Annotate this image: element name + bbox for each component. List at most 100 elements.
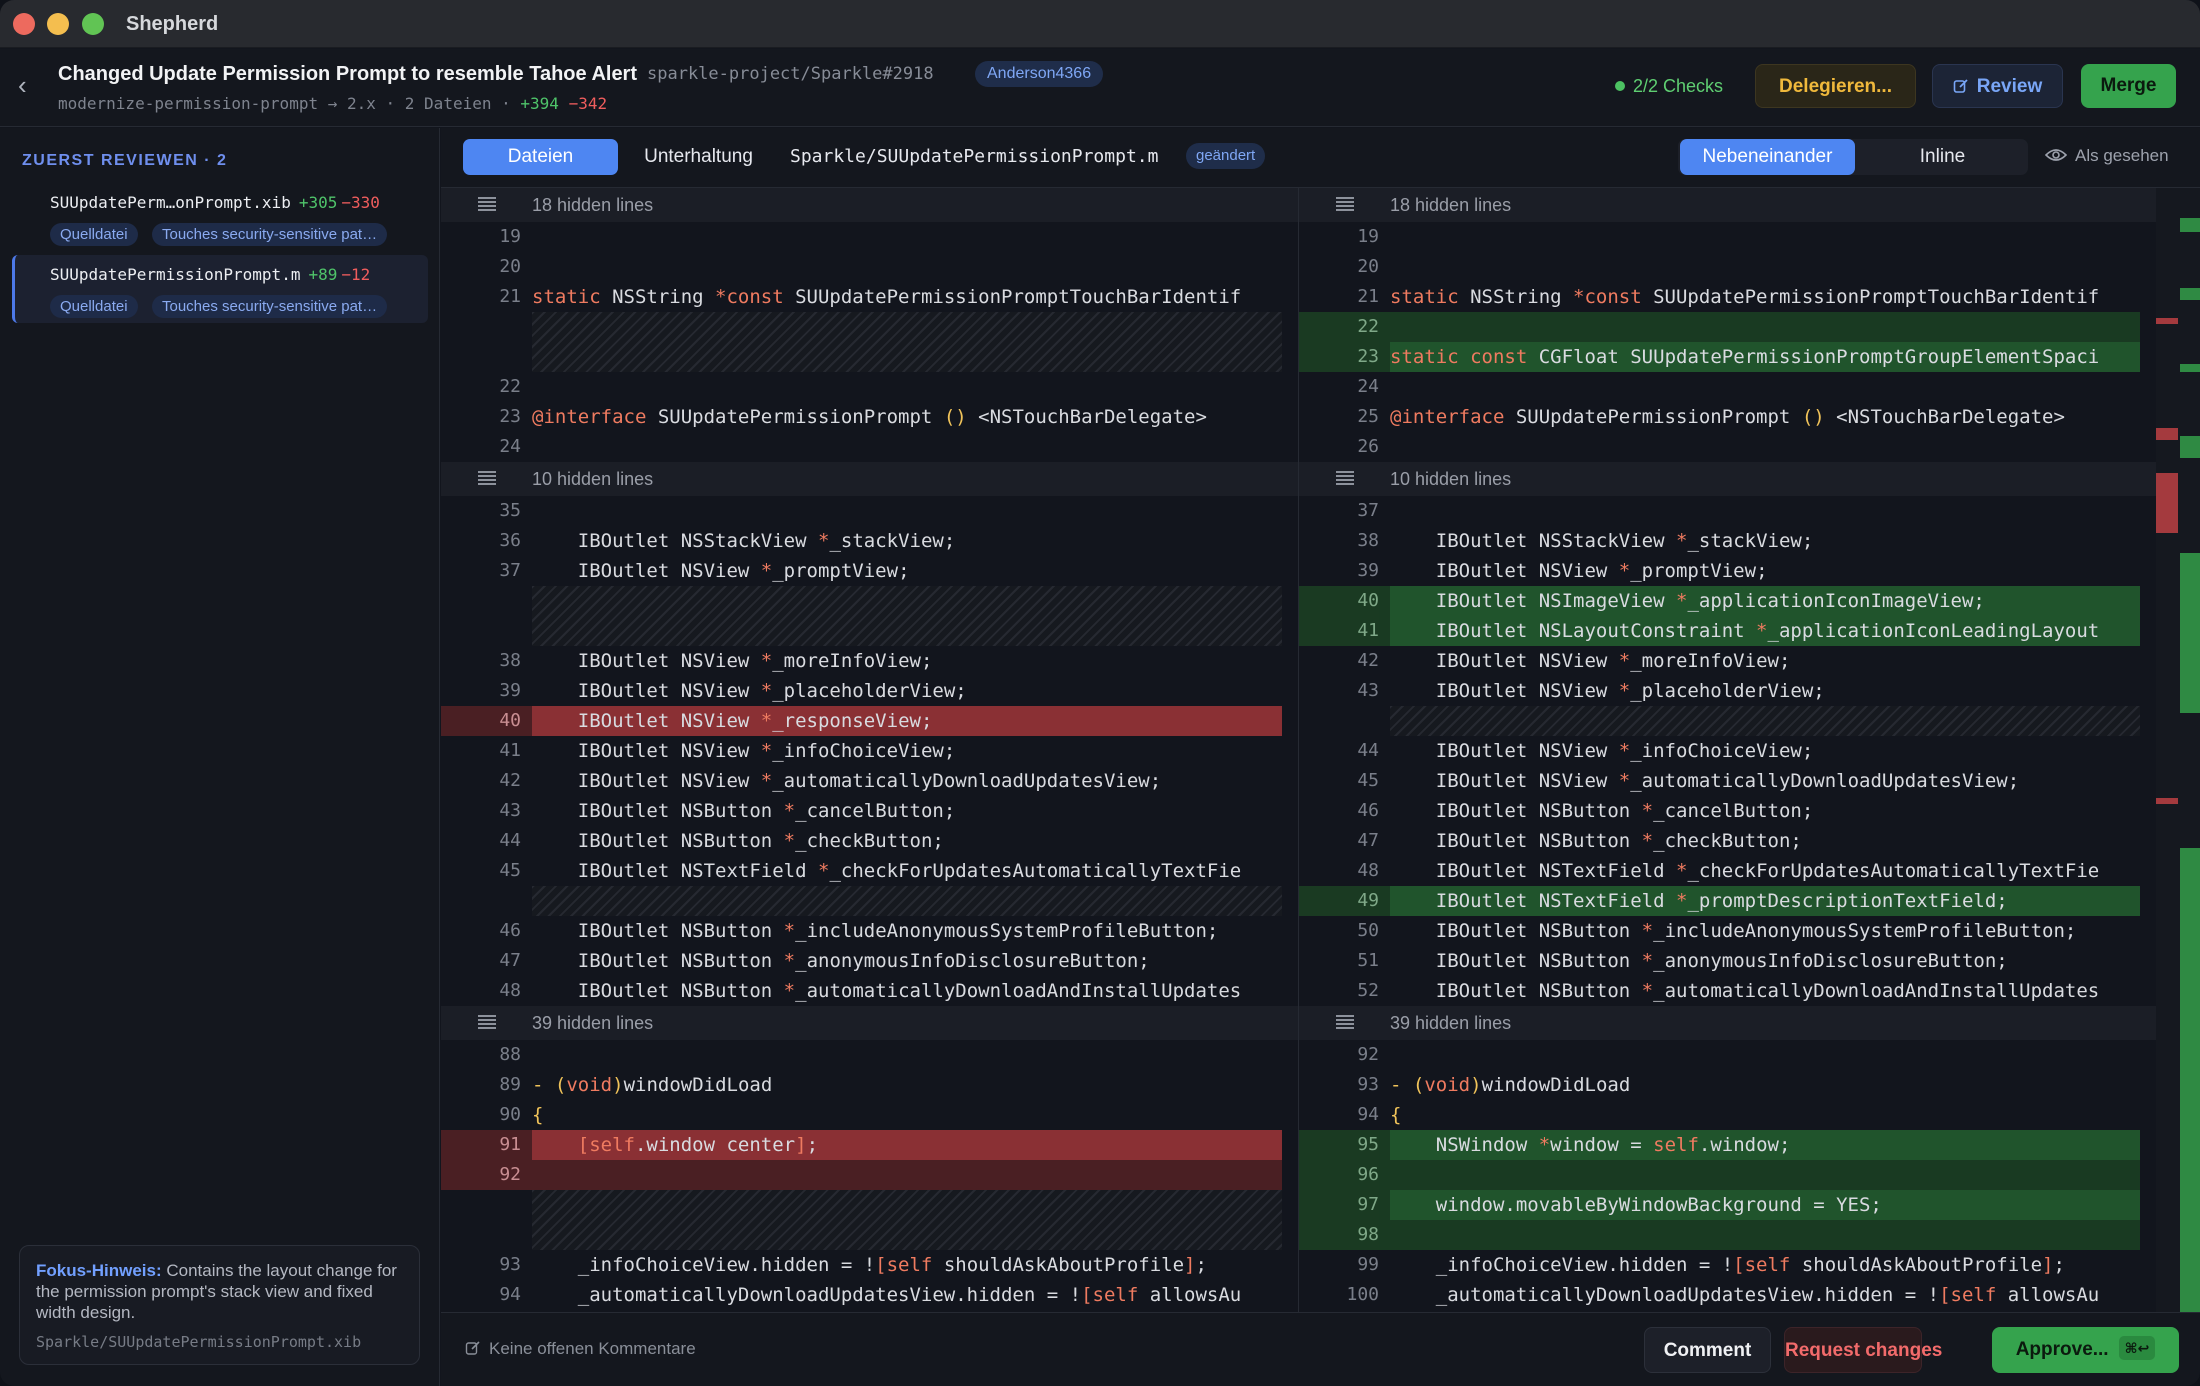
diff-line[interactable]: 93 - (void)windowDidLoad: [1299, 1070, 2140, 1100]
tab-conversation[interactable]: Unterhaltung: [621, 139, 776, 175]
diff-line[interactable]: 45 IBOutlet NSTextField *_checkForUpdate…: [441, 856, 1282, 886]
diff-line-added[interactable]: 49 IBOutlet NSTextField *_promptDescript…: [1299, 886, 2140, 916]
diff-line[interactable]: 42 IBOutlet NSView *_moreInfoView;: [1299, 646, 2140, 676]
line-number[interactable]: 97: [1299, 1190, 1379, 1220]
diff-line[interactable]: 100 _automaticallyDownloadUpdatesView.hi…: [1299, 1280, 2140, 1310]
line-number[interactable]: 24: [1299, 372, 1379, 402]
diff-line[interactable]: 51 IBOutlet NSButton *_anonymousInfoDisc…: [1299, 946, 2140, 976]
line-number[interactable]: 42: [441, 766, 521, 796]
diff-line[interactable]: 46 IBOutlet NSButton *_cancelButton;: [1299, 796, 2140, 826]
line-number[interactable]: 37: [441, 556, 521, 586]
line-number[interactable]: 45: [1299, 766, 1379, 796]
diff-line[interactable]: 35: [441, 496, 1282, 526]
line-number[interactable]: 99: [1299, 1250, 1379, 1280]
diff-line[interactable]: 43 IBOutlet NSView *_placeholderView;: [1299, 676, 2140, 706]
line-number[interactable]: 23: [441, 402, 521, 432]
mark-seen-toggle[interactable]: Als gesehen: [2044, 146, 2169, 166]
line-number[interactable]: 21: [441, 282, 521, 312]
line-number[interactable]: 94: [1299, 1100, 1379, 1130]
diff-line[interactable]: 50 IBOutlet NSButton *_includeAnonymousS…: [1299, 916, 2140, 946]
diff-line[interactable]: 23 @interface SUUpdatePermissionPrompt ()…: [441, 402, 1282, 432]
line-number[interactable]: 26: [1299, 432, 1379, 462]
approve-button[interactable]: Approve... ⌘↩: [1992, 1327, 2179, 1373]
diff-line[interactable]: 19: [1299, 222, 2140, 252]
diff-line[interactable]: 38 IBOutlet NSStackView *_stackView;: [1299, 526, 2140, 556]
diff-line[interactable]: 24: [1299, 372, 2140, 402]
line-number[interactable]: 48: [1299, 856, 1379, 886]
minimize-window-button[interactable]: [47, 13, 69, 35]
hidden-lines-expander[interactable]: 18 hidden lines: [441, 188, 1298, 222]
line-number[interactable]: 89: [441, 1070, 521, 1100]
line-number[interactable]: 22: [441, 372, 521, 402]
line-number[interactable]: 25: [1299, 402, 1379, 432]
line-number[interactable]: 42: [1299, 646, 1379, 676]
diff-line[interactable]: 89 - (void)windowDidLoad: [441, 1070, 1282, 1100]
zoom-window-button[interactable]: [82, 13, 104, 35]
diff-line-removed[interactable]: 92: [441, 1160, 1282, 1190]
diff-line-removed[interactable]: 91 [self.window center];: [441, 1130, 1282, 1160]
diff-line[interactable]: 37: [1299, 496, 2140, 526]
diff-line[interactable]: 99 _infoChoiceView.hidden = ![self shoul…: [1299, 1250, 2140, 1280]
line-number[interactable]: 41: [1299, 616, 1379, 646]
line-number[interactable]: 95: [1299, 1130, 1379, 1160]
diff-line[interactable]: 46 IBOutlet NSButton *_includeAnonymousS…: [441, 916, 1282, 946]
diff-line[interactable]: 94 {: [1299, 1100, 2140, 1130]
line-number[interactable]: 38: [441, 646, 521, 676]
diff-line-added[interactable]: 98: [1299, 1220, 2140, 1250]
diff-line[interactable]: 43 IBOutlet NSButton *_cancelButton;: [441, 796, 1282, 826]
line-number[interactable]: 46: [1299, 796, 1379, 826]
line-number[interactable]: 37: [1299, 496, 1379, 526]
focus-hint-file[interactable]: Sparkle/SUUpdatePermissionPrompt.xib: [36, 1333, 403, 1351]
author-badge[interactable]: Anderson4366: [975, 61, 1104, 87]
line-number[interactable]: 24: [441, 432, 521, 462]
line-number[interactable]: 47: [1299, 826, 1379, 856]
diff-line[interactable]: 22: [441, 372, 1282, 402]
line-number[interactable]: 36: [441, 526, 521, 556]
tab-files[interactable]: Dateien: [463, 139, 618, 175]
line-number[interactable]: 91: [441, 1130, 521, 1160]
diff-line-added[interactable]: 22: [1299, 312, 2140, 342]
pr-repo-ref[interactable]: sparkle-project/Sparkle#2918: [647, 64, 934, 84]
diff-line[interactable]: 21 static NSString *const SUUpdatePermiss…: [1299, 282, 2140, 312]
diff-line[interactable]: 26: [1299, 432, 2140, 462]
line-number[interactable]: 43: [1299, 676, 1379, 706]
line-number[interactable]: 20: [1299, 252, 1379, 282]
line-number[interactable]: 43: [441, 796, 521, 826]
line-number[interactable]: 38: [1299, 526, 1379, 556]
line-number[interactable]: 44: [1299, 736, 1379, 766]
close-window-button[interactable]: [13, 13, 35, 35]
line-number[interactable]: 46: [441, 916, 521, 946]
diff-line[interactable]: 44 IBOutlet NSButton *_checkButton;: [441, 826, 1282, 856]
diff-line-added[interactable]: 96: [1299, 1160, 2140, 1190]
line-number[interactable]: 19: [441, 222, 521, 252]
line-number[interactable]: 94: [441, 1280, 521, 1310]
diff-line[interactable]: 45 IBOutlet NSView *_automaticallyDownlo…: [1299, 766, 2140, 796]
line-number[interactable]: 21: [1299, 282, 1379, 312]
file-item[interactable]: SUUpdatePerm…onPrompt.xib +305 −330 Quelld…: [12, 183, 428, 251]
line-number[interactable]: 40: [441, 706, 521, 736]
line-number[interactable]: 90: [441, 1100, 521, 1130]
diff-line[interactable]: 39 IBOutlet NSView *_placeholderView;: [441, 676, 1282, 706]
diff-line-added[interactable]: 95 NSWindow *window = self.window;: [1299, 1130, 2140, 1160]
line-number[interactable]: 96: [1299, 1160, 1379, 1190]
checks-status[interactable]: 2/2 Checks: [1615, 76, 1723, 97]
request-changes-button[interactable]: Request changes: [1784, 1327, 1942, 1373]
diff-line[interactable]: 48 IBOutlet NSTextField *_checkForUpdate…: [1299, 856, 2140, 886]
diff-line-added[interactable]: 23 static const CGFloat SUUpdatePermissio…: [1299, 342, 2140, 372]
diff-line[interactable]: 24: [441, 432, 1282, 462]
line-number[interactable]: 51: [1299, 946, 1379, 976]
diff-line[interactable]: 47 IBOutlet NSButton *_checkButton;: [1299, 826, 2140, 856]
line-number[interactable]: 40: [1299, 586, 1379, 616]
diff-line[interactable]: 21 static NSString *const SUUpdatePermiss…: [441, 282, 1282, 312]
hidden-lines-expander[interactable]: 39 hidden lines: [441, 1006, 1298, 1040]
diff-line[interactable]: 36 IBOutlet NSStackView *_stackView;: [441, 526, 1282, 556]
diff-line[interactable]: 41 IBOutlet NSView *_infoChoiceView;: [441, 736, 1282, 766]
hidden-lines-expander[interactable]: 10 hidden lines: [1299, 462, 2156, 496]
diff-line[interactable]: 25 @interface SUUpdatePermissionPrompt ()…: [1299, 402, 2140, 432]
diff-line[interactable]: 38 IBOutlet NSView *_moreInfoView;: [441, 646, 1282, 676]
diff-line[interactable]: 44 IBOutlet NSView *_infoChoiceView;: [1299, 736, 2140, 766]
line-number[interactable]: 23: [1299, 342, 1379, 372]
hidden-lines-expander[interactable]: 10 hidden lines: [441, 462, 1298, 496]
line-number[interactable]: 39: [441, 676, 521, 706]
line-number[interactable]: 22: [1299, 312, 1379, 342]
